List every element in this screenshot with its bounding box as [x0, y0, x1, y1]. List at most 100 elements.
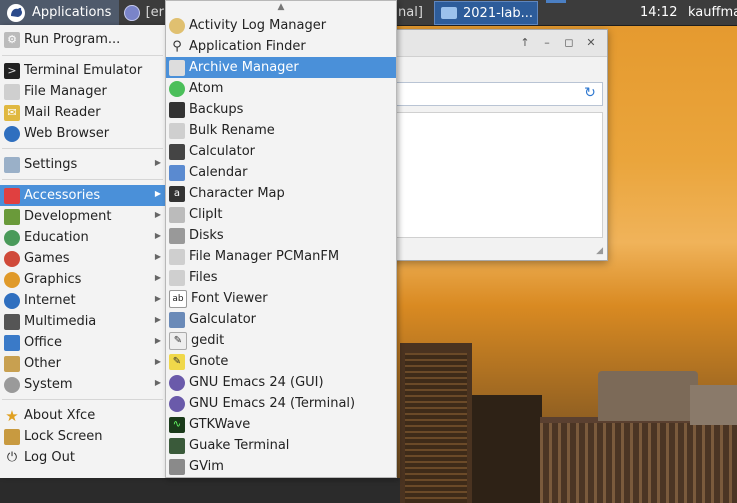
menu-separator	[2, 55, 163, 56]
submenu-item-backups[interactable]: Backups	[166, 99, 396, 120]
wallpaper-building	[598, 371, 698, 421]
guake-icon	[169, 437, 185, 454]
submenu-arrow-icon: ▶	[154, 252, 161, 261]
taskbar-item[interactable]: [er	[124, 0, 164, 25]
submenu-item-gvim[interactable]: GVim	[166, 456, 396, 477]
menu-item-graphics[interactable]: Graphics ▶	[0, 269, 165, 290]
menu-item-lock-screen[interactable]: Lock Screen	[0, 426, 165, 447]
submenu-item-disks[interactable]: Disks	[166, 225, 396, 246]
window-up-icon[interactable]: ↑	[517, 35, 533, 51]
submenu-arrow-icon: ▶	[154, 158, 161, 167]
minimize-icon[interactable]: –	[539, 35, 555, 51]
menu-item-games[interactable]: Games ▶	[0, 248, 165, 269]
menu-item-accessories[interactable]: Accessories ▶	[0, 185, 165, 206]
maximize-icon[interactable]: ◻	[561, 35, 577, 51]
wallpaper-building	[472, 395, 542, 503]
submenu-item-font-viewer[interactable]: ab Font Viewer	[166, 288, 396, 309]
accessories-icon	[4, 187, 20, 204]
menu-item-other[interactable]: Other ▶	[0, 353, 165, 374]
lock-icon	[4, 428, 20, 445]
menu-item-label: Internet	[24, 293, 76, 308]
graphics-icon	[4, 271, 20, 288]
menu-item-multimedia[interactable]: Multimedia ▶	[0, 311, 165, 332]
wallpaper-building	[690, 385, 737, 425]
user-menu[interactable]: kauffma	[688, 0, 737, 25]
submenu-item-activity-log-manager[interactable]: Activity Log Manager	[166, 15, 396, 36]
menu-item-run-program[interactable]: ⚙ Run Program...	[0, 29, 165, 50]
menu-item-mail-reader[interactable]: ✉ Mail Reader	[0, 102, 165, 123]
submenu-item-label: Activity Log Manager	[189, 18, 327, 33]
menu-item-file-manager[interactable]: File Manager	[0, 81, 165, 102]
menu-item-log-out[interactable]: ⏻ Log Out	[0, 447, 165, 468]
menu-item-label: Games	[24, 251, 70, 266]
submenu-item-file-manager-pcmanfm[interactable]: File Manager PCManFM	[166, 246, 396, 267]
resize-grip-icon[interactable]: ◢	[596, 246, 603, 256]
menu-item-about-xfce[interactable]: ★ About Xfce	[0, 405, 165, 426]
menu-item-label: Log Out	[24, 450, 75, 465]
scroll-up-arrow-icon[interactable]: ▲	[166, 1, 396, 13]
window-titlebar[interactable]: ↑ – ◻ ✕	[381, 30, 607, 57]
submenu-item-calculator[interactable]: Calculator	[166, 141, 396, 162]
taskbar-item[interactable]: nal]	[398, 0, 428, 25]
backups-icon	[169, 101, 185, 118]
mail-icon: ✉	[4, 104, 20, 121]
submenu-item-character-map[interactable]: a Character Map	[166, 183, 396, 204]
file-view[interactable]	[381, 112, 603, 238]
settings-icon	[4, 156, 20, 173]
submenu-item-archive-manager[interactable]: Archive Manager	[166, 57, 396, 78]
submenu-item-gnote[interactable]: ✎ Gnote	[166, 351, 396, 372]
menu-item-label: System	[24, 377, 73, 392]
menu-item-web-browser[interactable]: Web Browser	[0, 123, 165, 144]
submenu-item-label: GTKWave	[189, 417, 251, 432]
submenu-item-guake-terminal[interactable]: Guake Terminal	[166, 435, 396, 456]
file-manager-window[interactable]: ↑ – ◻ ✕ ↻ ◢	[380, 29, 608, 261]
submenu-item-clipit[interactable]: ClipIt	[166, 204, 396, 225]
reload-icon[interactable]: ↻	[582, 85, 598, 101]
submenu-item-files[interactable]: Files	[166, 267, 396, 288]
clipit-icon	[169, 206, 185, 223]
submenu-item-label: Atom	[189, 81, 224, 96]
submenu-item-label: Files	[189, 270, 218, 285]
disks-icon	[169, 227, 185, 244]
education-icon	[4, 229, 20, 246]
submenu-item-bulk-rename[interactable]: Bulk Rename	[166, 120, 396, 141]
submenu-item-gnu-emacs-terminal[interactable]: GNU Emacs 24 (Terminal)	[166, 393, 396, 414]
location-bar[interactable]: ↻	[381, 82, 603, 106]
menu-item-settings[interactable]: Settings ▶	[0, 154, 165, 175]
taskbar-item-active[interactable]: 2021-lab...	[434, 1, 538, 25]
accessories-submenu: ▲ Activity Log Manager ⚲ Application Fin…	[165, 0, 397, 478]
menu-item-terminal-emulator[interactable]: > Terminal Emulator	[0, 60, 165, 81]
submenu-item-label: Calendar	[189, 165, 248, 180]
submenu-arrow-icon: ▶	[154, 294, 161, 303]
submenu-item-label: Disks	[189, 228, 224, 243]
applications-menu-button[interactable]: Applications	[0, 0, 119, 25]
menu-item-label: Graphics	[24, 272, 82, 287]
menu-item-label: Office	[24, 335, 62, 350]
submenu-item-label: Gnote	[189, 354, 229, 369]
gnote-icon: ✎	[169, 353, 185, 370]
internet-icon	[4, 292, 20, 309]
menu-item-system[interactable]: System ▶	[0, 374, 165, 395]
submenu-item-application-finder[interactable]: ⚲ Application Finder	[166, 36, 396, 57]
close-icon[interactable]: ✕	[583, 35, 599, 51]
submenu-item-gtkwave[interactable]: ∿ GTKWave	[166, 414, 396, 435]
menu-item-development[interactable]: Development ▶	[0, 206, 165, 227]
submenu-item-atom[interactable]: Atom	[166, 78, 396, 99]
menu-item-office[interactable]: Office ▶	[0, 332, 165, 353]
applications-label: Applications	[32, 5, 112, 20]
menu-item-label: Other	[24, 356, 61, 371]
submenu-arrow-icon: ▶	[154, 315, 161, 324]
submenu-item-galculator[interactable]: Galculator	[166, 309, 396, 330]
submenu-item-gnu-emacs-gui[interactable]: GNU Emacs 24 (GUI)	[166, 372, 396, 393]
submenu-item-calendar[interactable]: Calendar	[166, 162, 396, 183]
clock[interactable]: 14:12	[640, 0, 677, 25]
menu-item-internet[interactable]: Internet ▶	[0, 290, 165, 311]
submenu-item-gedit[interactable]: ✎ gedit	[166, 330, 396, 351]
archive-icon	[169, 59, 185, 76]
menu-item-education[interactable]: Education ▶	[0, 227, 165, 248]
character-map-icon: a	[169, 185, 185, 202]
activity-log-icon	[169, 17, 185, 34]
menu-item-label: File Manager	[24, 84, 107, 99]
folder-icon	[4, 83, 20, 100]
galculator-icon	[169, 311, 185, 328]
